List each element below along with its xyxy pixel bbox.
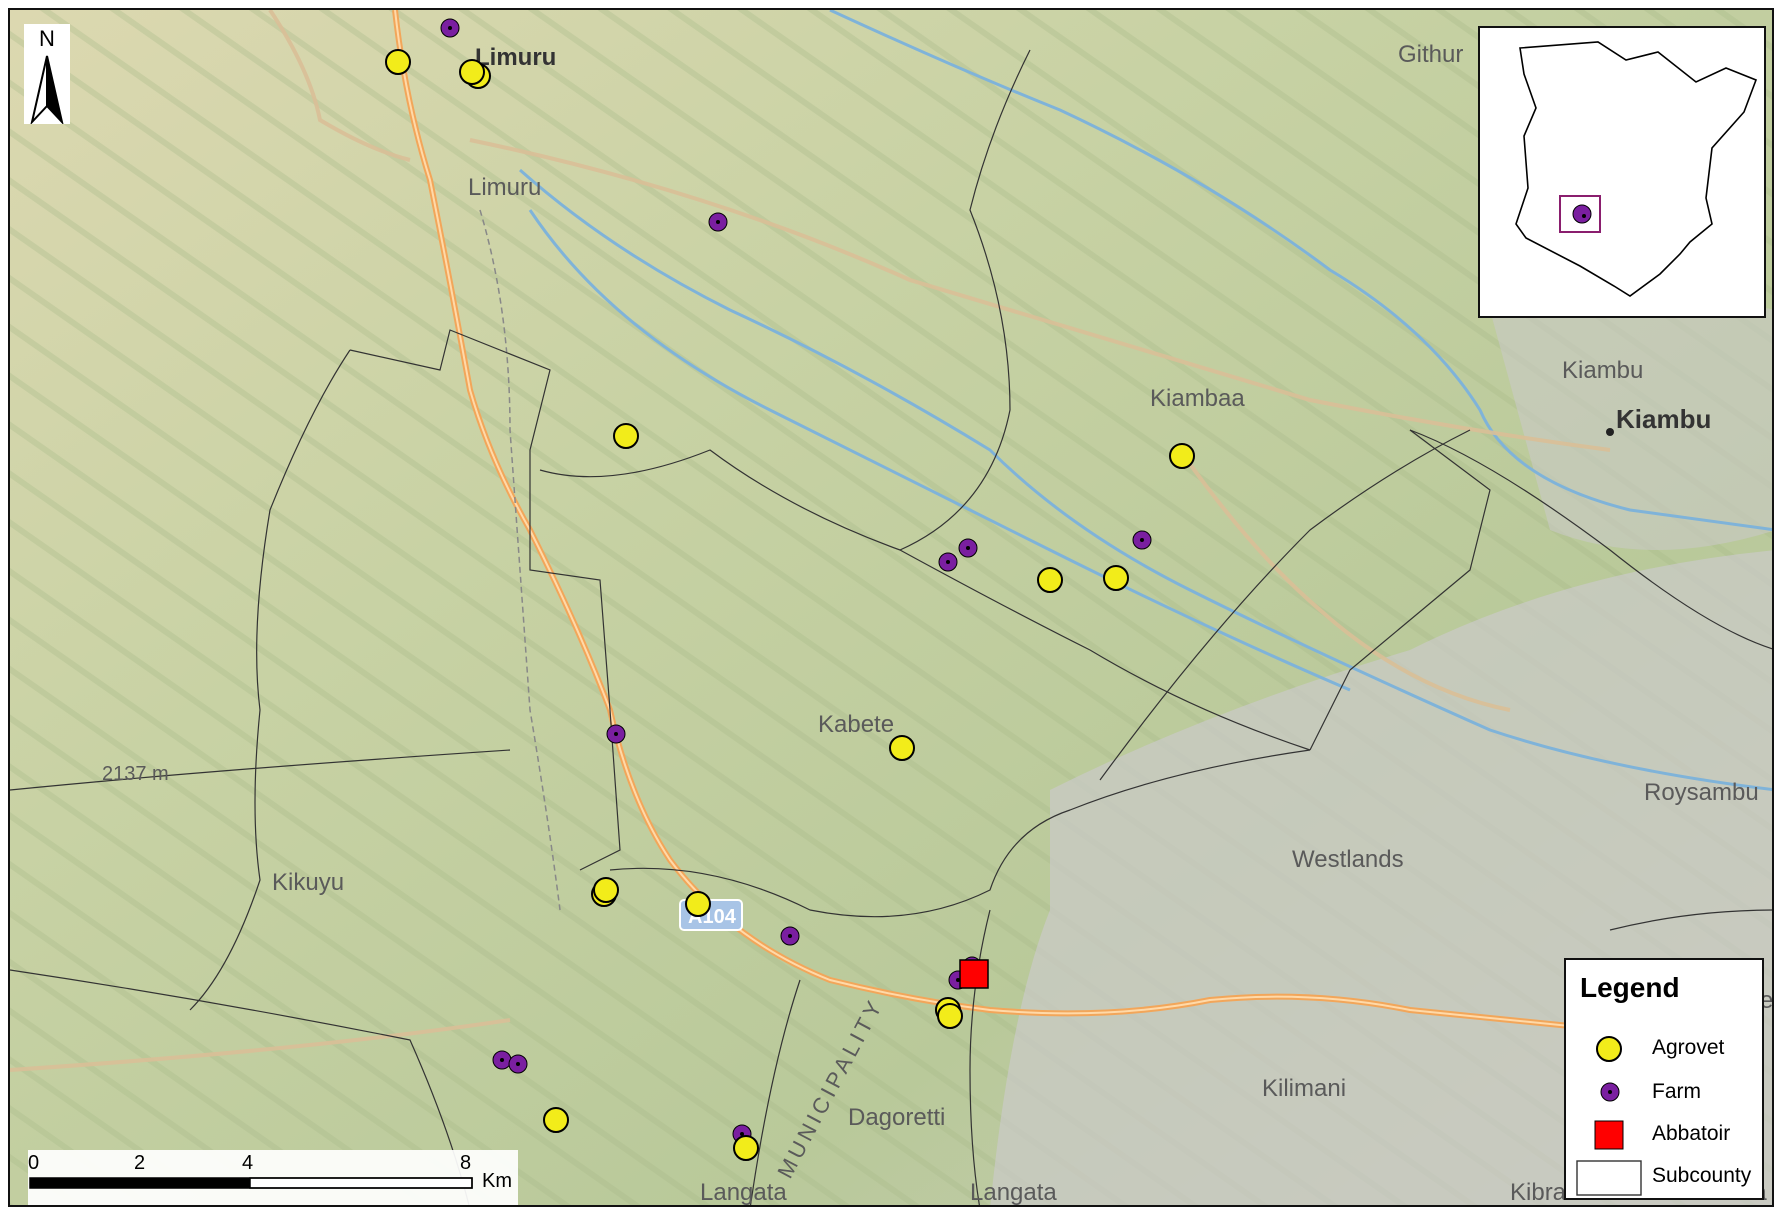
kenya-boundary — [1515, 41, 1758, 297]
legend-item-agrovet: Agrovet — [1566, 1028, 1766, 1068]
agrovet-marker[interactable] — [733, 1135, 759, 1161]
legend-label-subcounty: Subcounty — [1652, 1164, 1752, 1187]
extent-marker — [1572, 204, 1592, 224]
agrovet-marker[interactable] — [543, 1107, 569, 1133]
agrovet-marker[interactable] — [937, 1003, 963, 1029]
legend-title: Legend — [1580, 972, 1680, 1003]
scale-tick-0: 0 — [28, 1152, 40, 1174]
farm-symbol — [1600, 1082, 1620, 1102]
agrovet-symbol — [1596, 1036, 1622, 1062]
north-arrow-icon — [30, 55, 64, 124]
abbatoir-marker[interactable] — [959, 959, 989, 989]
label-langata-right: Langata — [970, 1179, 1057, 1206]
legend-item-abbatoir: Abbatoir — [1566, 1114, 1766, 1154]
agrovet-marker[interactable] — [613, 423, 639, 449]
subcounty-symbol — [1576, 1160, 1642, 1196]
scale-bar: 0 2 4 8 Km — [28, 1150, 518, 1205]
legend-item-farm: Farm — [1566, 1072, 1766, 1112]
label-limuru: Limuru — [468, 174, 541, 201]
label-kiambu-town: Kiambu — [1616, 404, 1711, 434]
legend-item-subcounty: Subcounty — [1566, 1156, 1766, 1196]
agrovet-marker[interactable] — [1037, 567, 1063, 593]
abbatoir-symbol — [1594, 1120, 1624, 1150]
agrovet-marker[interactable] — [459, 59, 485, 85]
agrovet-marker[interactable] — [685, 891, 711, 917]
scale-bar-graphic — [29, 1177, 473, 1189]
legend-label-farm: Farm — [1652, 1080, 1701, 1103]
legend-label-agrovet: Agrovet — [1652, 1036, 1725, 1059]
label-kilimani: Kilimani — [1262, 1075, 1346, 1102]
legend-label-abbatoir: Abbatoir — [1652, 1122, 1731, 1145]
label-elevation: 2137 m — [102, 763, 169, 785]
legend: Legend Agrovet Farm Abbatoir Subcounty — [1564, 958, 1764, 1200]
scale-tick-8: 8 — [460, 1152, 472, 1174]
north-arrow: N — [24, 24, 70, 124]
map-frame[interactable]: Limuru Limuru Githur Kiambu Kiambu Kiamb… — [8, 8, 1774, 1207]
label-kiambaa: Kiambaa — [1150, 385, 1245, 412]
label-kibra: Kibra — [1510, 1179, 1567, 1206]
label-langata-left: Langata — [700, 1179, 787, 1206]
kenya-outline — [1515, 41, 1758, 297]
agrovet-marker[interactable] — [385, 49, 411, 75]
label-kabete: Kabete — [818, 711, 894, 738]
label-westlands: Westlands — [1292, 846, 1404, 873]
label-dagoretti: Dagoretti — [848, 1104, 945, 1131]
inset-map — [1478, 26, 1766, 318]
kiambu-town-dot — [1606, 428, 1614, 436]
scale-tick-2: 2 — [134, 1152, 146, 1174]
label-githu: Githur — [1398, 41, 1463, 68]
agrovet-marker[interactable] — [1103, 565, 1129, 591]
agrovet-marker[interactable] — [593, 877, 619, 903]
label-kiambu: Kiambu — [1562, 357, 1643, 384]
agrovet-marker[interactable] — [889, 735, 915, 761]
agrovet-marker[interactable] — [1169, 443, 1195, 469]
label-roysambu: Roysambu — [1644, 779, 1759, 806]
scale-tick-4: 4 — [242, 1152, 254, 1174]
label-kikuyu: Kikuyu — [272, 869, 344, 896]
scale-unit: Km — [482, 1170, 512, 1192]
